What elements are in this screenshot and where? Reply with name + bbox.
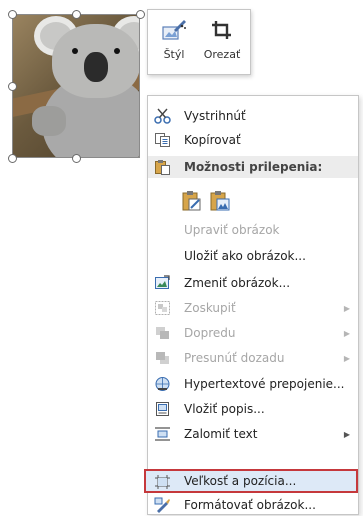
wrap-text-icon [154, 426, 171, 442]
menu-item-send-backward[interactable]: Presunúť dozadu ▶ [148, 347, 358, 369]
resize-handle-top-right[interactable] [136, 10, 145, 19]
koala-eye [114, 48, 120, 54]
crop-label: Orezať [203, 48, 241, 61]
paste-options-row [148, 186, 358, 214]
submenu-arrow-icon: ▶ [343, 303, 350, 313]
submenu-arrow-icon: ▶ [343, 429, 350, 439]
menu-item-edit-picture[interactable]: Upraviť obrázok [148, 219, 358, 241]
resize-handle-bottom[interactable] [72, 154, 81, 163]
koala-eye [72, 48, 78, 54]
menu-item-cut[interactable]: Vystrihnúť [148, 105, 358, 127]
copy-icon [154, 132, 171, 148]
resize-handle-top-left[interactable] [8, 10, 17, 19]
menu-item-hyperlink[interactable]: Hypertextové prepojenie... [148, 373, 358, 395]
scissors-icon [154, 108, 171, 124]
menu-item-insert-caption[interactable]: Vložiť popis... [148, 398, 358, 420]
koala-nose [84, 52, 108, 82]
paste-keep-icon[interactable] [181, 190, 203, 212]
hyperlink-icon [154, 376, 171, 392]
context-menu: Vystrihnúť Kopírovať Možnosti prilepenia… [144, 95, 359, 516]
change-picture-icon [154, 275, 171, 291]
menu-item-copy[interactable]: Kopírovať [148, 129, 358, 151]
menu-header-paste-options: Možnosti prilepenia: [148, 156, 358, 178]
send-backward-icon [154, 350, 171, 366]
style-label: Štýl [163, 48, 185, 61]
resize-handle-bottom-left[interactable] [8, 154, 17, 163]
size-position-icon [154, 474, 171, 490]
menu-item-change-picture[interactable]: Zmeniť obrázok... [148, 272, 358, 294]
paste-picture-icon[interactable] [209, 190, 231, 212]
crop-icon [208, 18, 236, 42]
menu-item-bring-forward[interactable]: Dopredu ▶ [148, 322, 358, 344]
submenu-arrow-icon: ▶ [343, 328, 350, 338]
selected-koala-picture[interactable] [12, 14, 140, 158]
resize-handle-left[interactable] [8, 82, 17, 91]
menu-item-format-picture[interactable]: Formátovať obrázok... [148, 494, 358, 516]
menu-item-size-and-position[interactable]: Veľkosť a pozícia... [144, 469, 358, 493]
caption-icon [154, 401, 171, 417]
menu-item-wrap-text[interactable]: Zalomiť text ▶ [148, 423, 358, 445]
bring-forward-icon [154, 325, 171, 341]
koala-paw [32, 106, 66, 136]
style-brush-icon [160, 18, 188, 42]
style-button[interactable]: Štýl [152, 14, 196, 72]
resize-handle-top[interactable] [72, 10, 81, 19]
menu-item-save-as-picture[interactable]: Uložiť ako obrázok... [148, 245, 358, 267]
menu-item-group[interactable]: Zoskupiť ▶ [148, 297, 358, 319]
group-icon [154, 300, 171, 316]
format-picture-icon [154, 497, 171, 513]
mini-toolbar: Štýl Orezať [147, 9, 251, 75]
submenu-arrow-icon: ▶ [343, 353, 350, 363]
clipboard-icon [154, 159, 171, 175]
crop-button[interactable]: Orezať [200, 14, 244, 72]
